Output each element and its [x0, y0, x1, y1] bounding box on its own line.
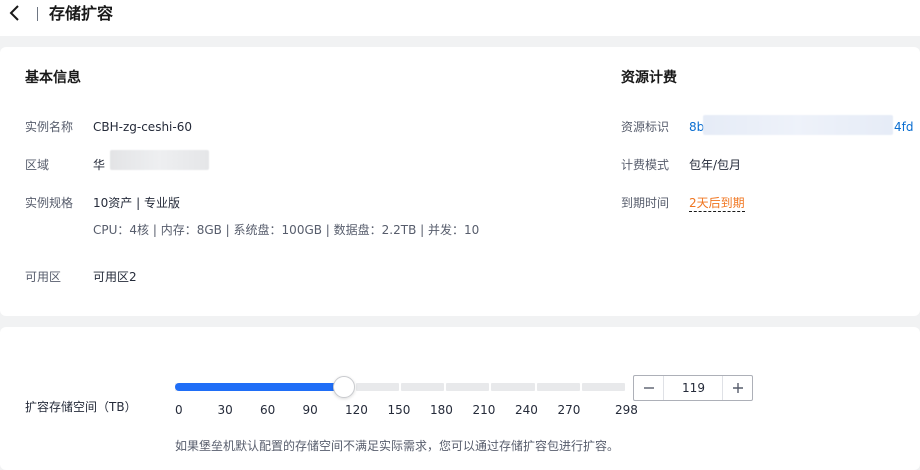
- spec-value: 10资产 | 专业版: [93, 196, 180, 210]
- page-title: 存储扩容: [49, 4, 114, 23]
- resource-id-redacted: [703, 115, 893, 135]
- resource-id-end[interactable]: 4fd: [894, 118, 913, 136]
- instance-name-label: 实例名称: [25, 120, 74, 134]
- region-value: 华: [93, 158, 106, 172]
- minus-icon: [643, 387, 654, 389]
- header-divider: [37, 7, 38, 21]
- slider-tick-label: 210: [472, 403, 496, 417]
- slider-tick-label: 298: [615, 403, 638, 417]
- quantity-stepper[interactable]: [633, 375, 753, 401]
- spec-label: 实例规格: [25, 196, 74, 210]
- region-label: 区域: [25, 158, 50, 172]
- slider-segment: [491, 383, 535, 391]
- basic-info-title: 基本信息: [25, 70, 81, 86]
- slider-segment: [446, 383, 490, 391]
- slider-fill: [175, 383, 344, 391]
- slider-tick-label: 270: [557, 403, 581, 417]
- expire-value[interactable]: 2天后到期: [689, 196, 745, 212]
- billing-mode-label: 计费模式: [621, 158, 670, 172]
- slider-segment: [536, 383, 580, 391]
- plus-icon: [732, 383, 743, 393]
- az-label: 可用区: [25, 270, 62, 284]
- slider-segment: [581, 383, 625, 391]
- slider-tick-label: 30: [217, 403, 233, 417]
- slider-tick-label: 120: [345, 403, 368, 417]
- expand-tip: 如果堡垒机默认配置的存储空间不满足实际需求，您可以通过存储扩容包进行扩容。: [175, 439, 620, 453]
- page-header: 存储扩容: [0, 0, 920, 36]
- storage-slider[interactable]: [175, 376, 625, 398]
- billing-title: 资源计费: [621, 70, 677, 86]
- slider-tick-label: 180: [430, 403, 453, 417]
- slider-segment: [401, 383, 445, 391]
- back-button[interactable]: [4, 2, 26, 24]
- storage-input[interactable]: [665, 376, 722, 400]
- decrease-button[interactable]: [634, 376, 664, 400]
- slider-handle[interactable]: [332, 376, 355, 398]
- chevron-left-icon: [9, 5, 19, 21]
- spec-detail: CPU：4核 | 内存：8GB | 系统盘：100GB | 数据盘：2.2TB …: [93, 223, 480, 237]
- expire-label: 到期时间: [621, 196, 670, 210]
- resource-id-start[interactable]: 8b: [689, 118, 704, 136]
- slider-tick-label: 0: [175, 403, 183, 417]
- slider-tick-label: 240: [515, 403, 538, 417]
- slider-tick-label: 90: [302, 403, 318, 417]
- increase-button[interactable]: [722, 376, 752, 400]
- instance-name-value: CBH-zg-ceshi-60: [93, 120, 192, 134]
- az-value: 可用区2: [93, 270, 137, 284]
- billing-mode-value: 包年/包月: [689, 158, 742, 172]
- slider-tick-label: 150: [387, 403, 411, 417]
- slider-tick-label: 60: [260, 403, 276, 417]
- instance-info-card: [0, 47, 920, 316]
- region-redacted: [110, 150, 209, 170]
- slider-segment: [355, 383, 399, 391]
- resource-id-label: 资源标识: [621, 120, 670, 134]
- expand-storage-label: 扩容存储空间（TB）: [25, 400, 137, 414]
